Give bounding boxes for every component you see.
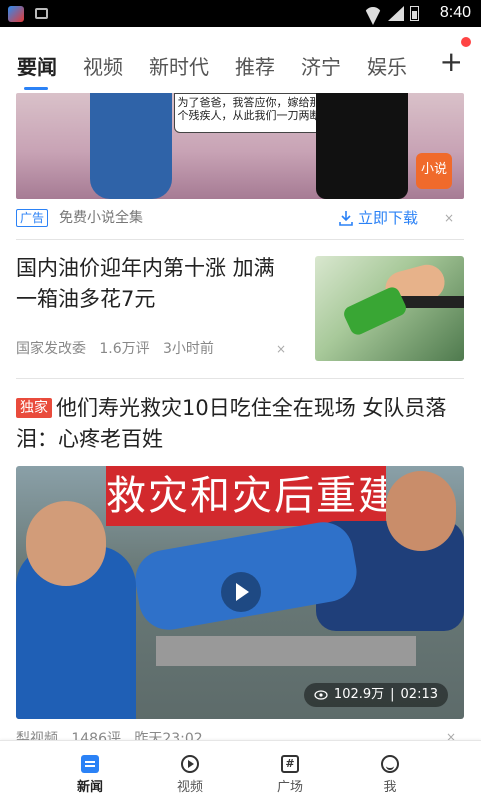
video-bench xyxy=(156,636,416,666)
news-meta: 国家发改委 1.6万评 3小时前 xyxy=(16,338,214,358)
ad-speech-bubble: 为了爸爸，我答应你，嫁给那个残疾人，从此我们一刀两断 xyxy=(174,93,324,133)
download-label: 立即下载 xyxy=(358,209,419,227)
news-close-icon[interactable]: × xyxy=(276,342,286,356)
ad-novel-badge: 小说 xyxy=(416,153,452,189)
news-title-text: 他们寿光救灾10日吃住全在现场 女队员落泪：心疼老百姓 xyxy=(16,396,447,451)
ad-close-icon[interactable]: × xyxy=(444,211,454,225)
video-person-left-head xyxy=(26,501,106,586)
news-thumbnail[interactable] xyxy=(315,256,464,361)
nav-video-label: 视频 xyxy=(176,780,203,795)
square-icon: # xyxy=(281,755,299,773)
tab-recommend[interactable]: 推荐 xyxy=(235,51,275,80)
battery-icon xyxy=(410,6,419,21)
status-time: 8:40 xyxy=(439,4,471,21)
nav-me-label: 我 xyxy=(383,780,397,795)
bottom-nav: 新闻 视频 # 广场 我 xyxy=(0,740,481,805)
nav-news[interactable]: 新闻 xyxy=(60,755,120,795)
video-person-right-head xyxy=(386,471,456,551)
tab-new-era[interactable]: 新时代 xyxy=(149,51,209,80)
ad-figure-right xyxy=(316,93,408,199)
nav-news-label: 新闻 xyxy=(76,780,103,795)
video-views: 102.9万 xyxy=(333,687,385,702)
news-comments: 1.6万评 xyxy=(99,341,150,357)
exclusive-badge: 独家 xyxy=(16,398,52,418)
eye-icon xyxy=(314,690,328,700)
video-meta: 102.9万 | 02:13 xyxy=(303,683,448,707)
ad-figure-left xyxy=(90,93,172,199)
gallery-notification-icon xyxy=(35,8,48,19)
wifi-icon xyxy=(364,7,382,21)
download-icon xyxy=(339,211,353,226)
news-title-exclusive[interactable]: 独家 他们寿光救灾10日吃住全在现场 女队员落泪：心疼老百姓 xyxy=(16,393,466,455)
ad-text: 免费小说全集 xyxy=(59,210,143,226)
news-title[interactable]: 国内油价迎年内第十涨 加满一箱油多花7元 xyxy=(16,253,286,315)
add-channel-icon[interactable]: + xyxy=(440,45,463,78)
ad-tag: 广告 xyxy=(16,209,49,227)
ad-meta: 广告 免费小说全集 立即下载 × xyxy=(16,209,464,229)
download-button[interactable]: 立即下载 xyxy=(338,209,418,227)
video-banner: 救灾和灾后重建工作 xyxy=(106,466,386,526)
divider xyxy=(16,378,464,379)
notification-dot xyxy=(461,37,471,47)
tab-entertainment[interactable]: 娱乐 xyxy=(367,51,407,80)
app-notification-icon xyxy=(8,6,24,22)
channel-tabs: 要闻 视频 新时代 推荐 济宁 娱乐 + xyxy=(0,27,481,93)
thumbnail-nozzle xyxy=(341,284,409,338)
ad-image[interactable]: 为了爸爸，我答应你，嫁给那个残疾人，从此我们一刀两断 小说 xyxy=(16,93,464,199)
news-icon xyxy=(81,755,99,773)
tab-video[interactable]: 视频 xyxy=(83,51,123,80)
nav-me[interactable]: 我 xyxy=(360,755,420,795)
meta-separator: | xyxy=(390,687,395,702)
nav-square-label: 广场 xyxy=(276,780,303,795)
play-icon[interactable] xyxy=(221,572,261,612)
video-icon xyxy=(181,755,199,773)
tab-yaowen[interactable]: 要闻 xyxy=(17,51,57,80)
nav-video[interactable]: 视频 xyxy=(160,755,220,795)
status-bar: 8:40 xyxy=(0,0,481,27)
news-time: 3小时前 xyxy=(162,341,214,357)
tab-jining[interactable]: 济宁 xyxy=(301,51,341,80)
active-tab-indicator xyxy=(24,87,48,90)
divider xyxy=(16,239,464,240)
video-duration: 02:13 xyxy=(400,687,438,702)
video-player[interactable]: 救灾和灾后重建工作 102.9万 | 02:13 xyxy=(16,466,464,719)
signal-icon xyxy=(388,6,404,21)
me-icon xyxy=(381,755,399,773)
news-source: 国家发改委 xyxy=(16,341,86,357)
status-icons xyxy=(364,6,419,21)
nav-square[interactable]: # 广场 xyxy=(260,755,320,795)
